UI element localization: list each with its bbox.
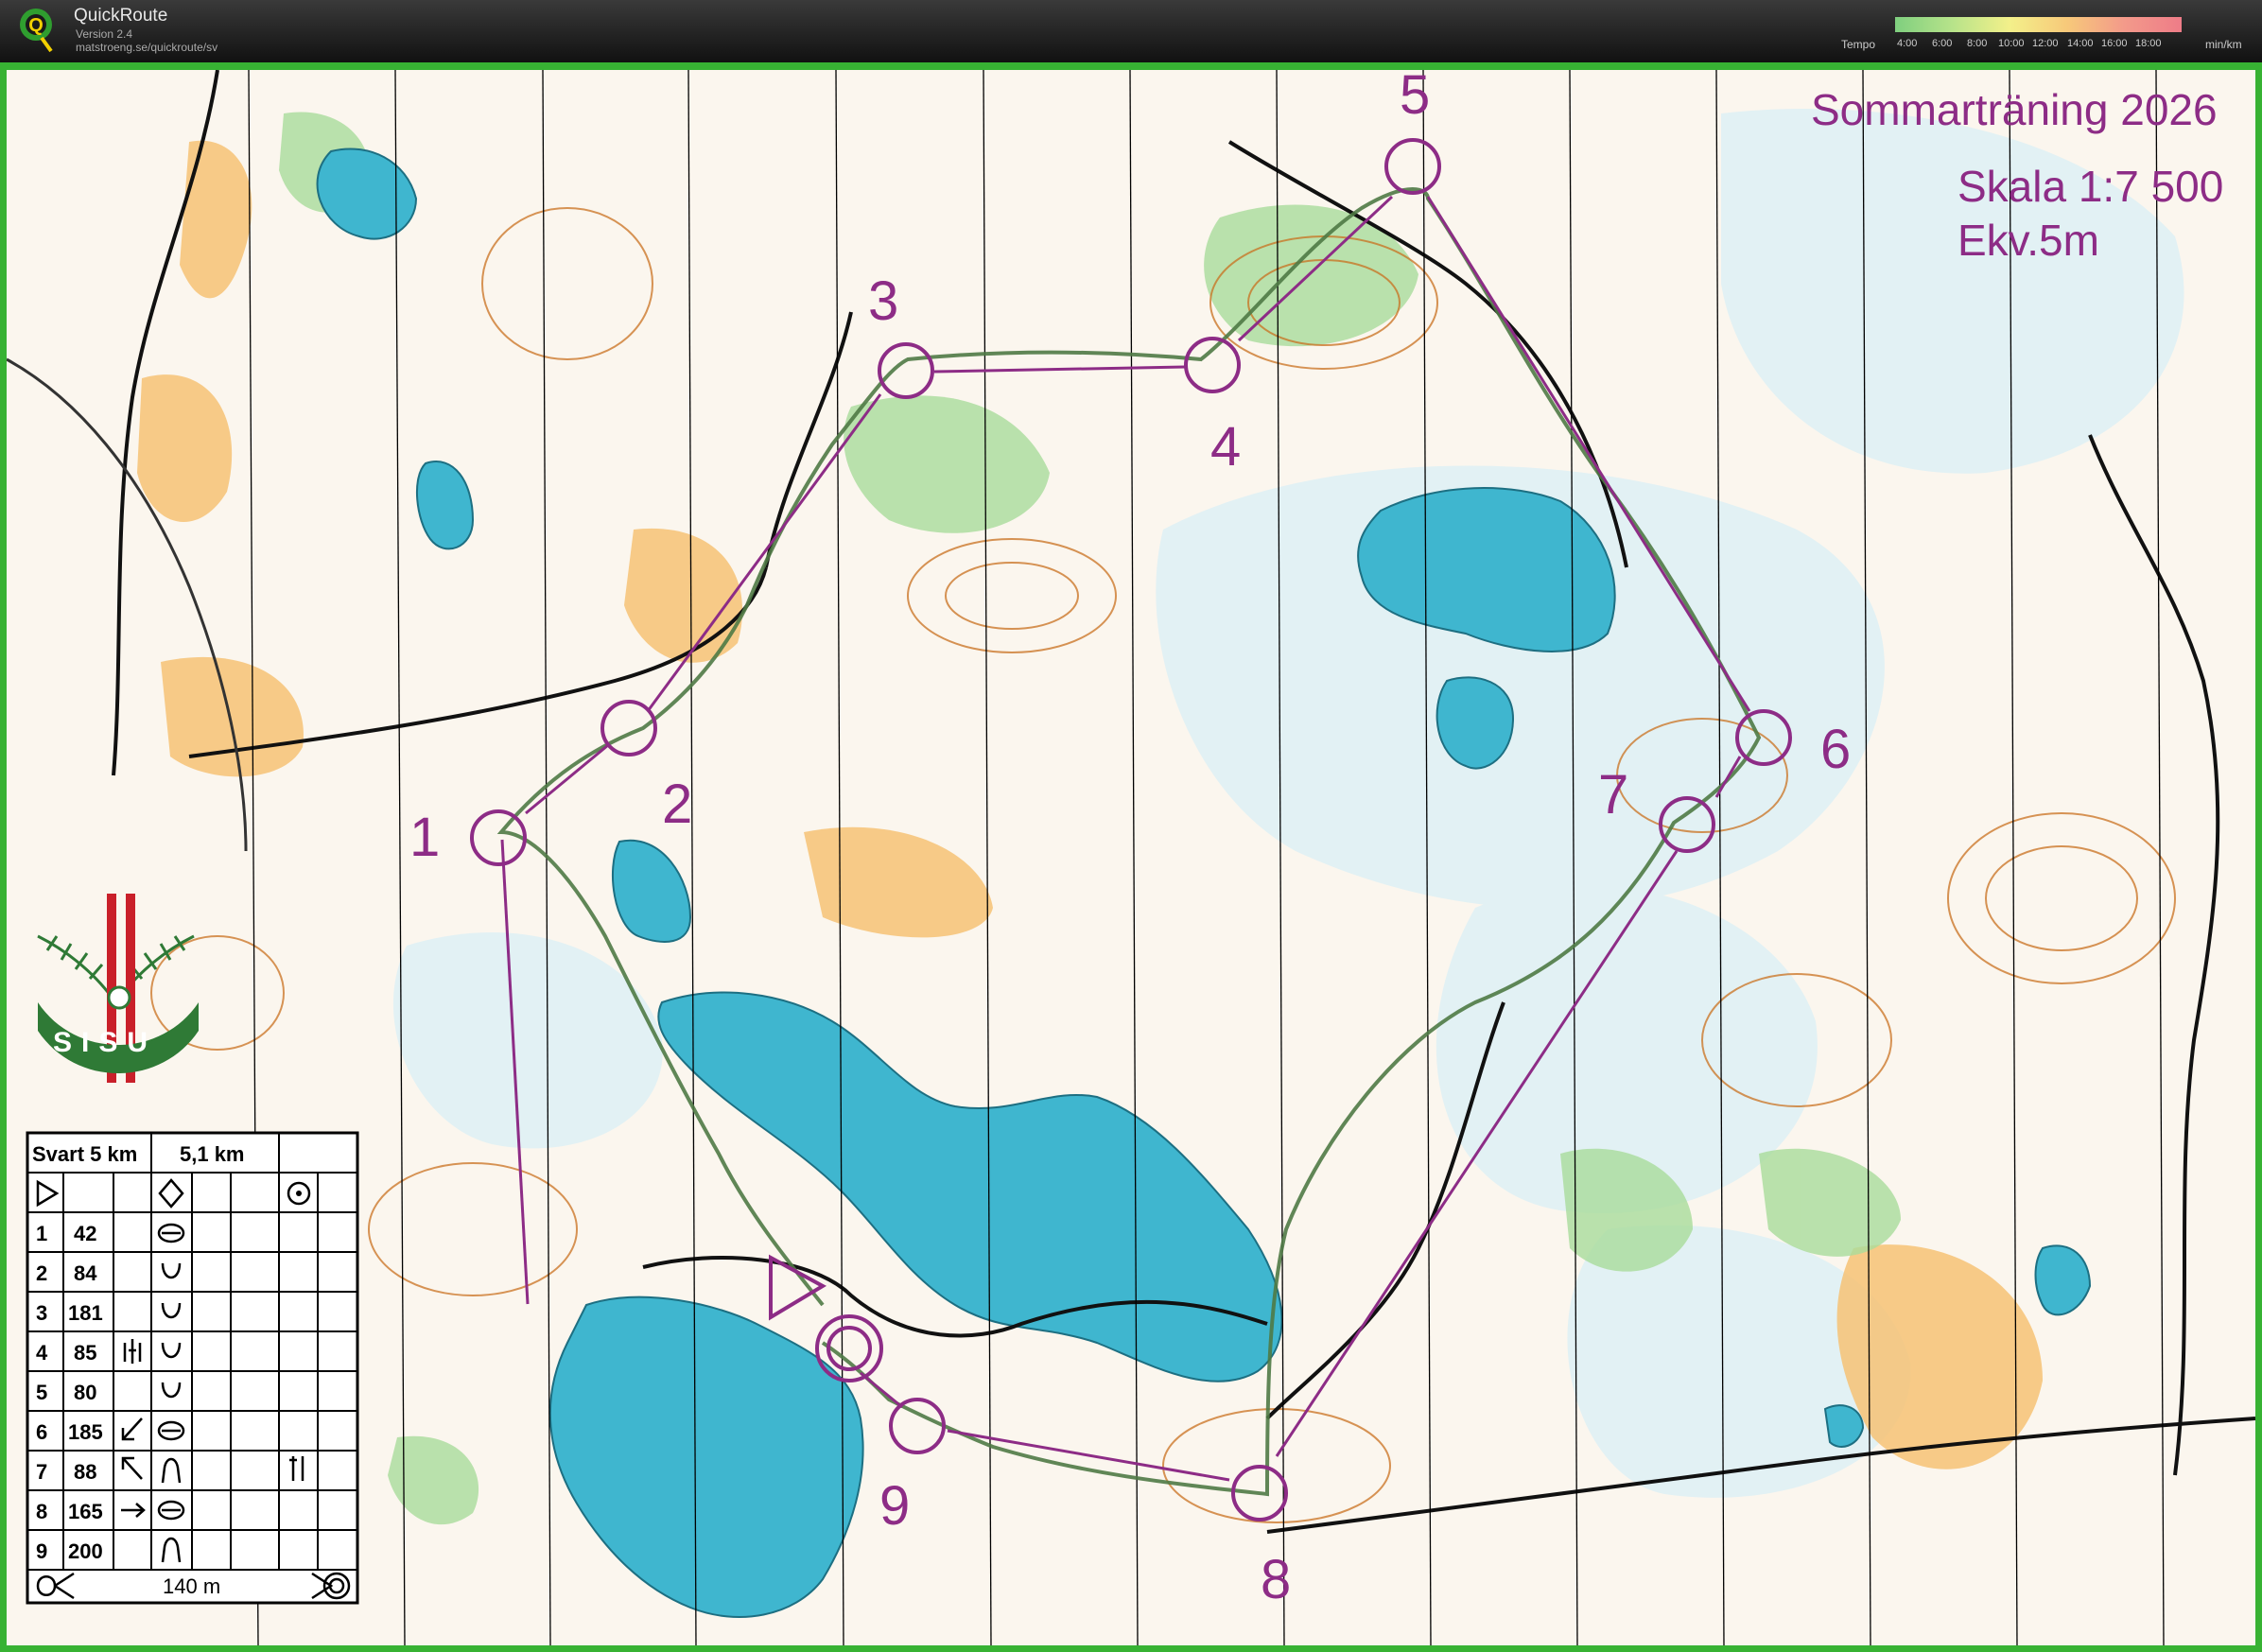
description-row-code: 165 bbox=[68, 1500, 103, 1523]
control-number-6: 6 bbox=[1820, 719, 1851, 780]
control-number-4: 4 bbox=[1210, 416, 1241, 478]
description-row-number: 8 bbox=[36, 1500, 47, 1523]
description-row-number: 4 bbox=[36, 1341, 48, 1365]
orienteering-map[interactable]: 1 2 3 4 5 6 7 8 9 Sommarträning 2026 Ska… bbox=[7, 70, 2255, 1645]
course-name: Svart 5 km bbox=[32, 1142, 137, 1166]
description-row-number: 5 bbox=[36, 1381, 47, 1404]
description-row-number: 6 bbox=[36, 1420, 47, 1444]
control-number-8: 8 bbox=[1261, 1549, 1291, 1610]
course-length: 5,1 km bbox=[180, 1142, 245, 1166]
pond-small-3 bbox=[1823, 1404, 1865, 1448]
tempo-tick: 18:00 bbox=[2135, 38, 2162, 49]
tempo-tick: 4:00 bbox=[1897, 38, 1918, 49]
control-number-3: 3 bbox=[868, 270, 898, 332]
description-row-number: 7 bbox=[36, 1460, 47, 1484]
control-number-9: 9 bbox=[879, 1475, 910, 1537]
description-row-code: 185 bbox=[68, 1420, 103, 1444]
tempo-tick: 16:00 bbox=[2101, 38, 2128, 49]
control-number-2: 2 bbox=[662, 774, 692, 835]
tempo-tick: 6:00 bbox=[1932, 38, 1953, 49]
description-row-number: 3 bbox=[36, 1301, 47, 1325]
description-row-code: 88 bbox=[74, 1460, 96, 1484]
description-row-number: 2 bbox=[36, 1261, 47, 1285]
tempo-color-scale bbox=[1895, 17, 2182, 32]
map-contour-interval: Ekv.5m bbox=[1958, 216, 2099, 265]
quickroute-logo-icon: Q bbox=[20, 9, 53, 53]
control-number-7: 7 bbox=[1598, 764, 1628, 826]
description-row-number: 9 bbox=[36, 1539, 47, 1563]
app-name: QuickRoute bbox=[74, 6, 168, 26]
app-version: Version 2.4 bbox=[76, 27, 133, 41]
description-row-code: 181 bbox=[68, 1301, 103, 1325]
control-number-1: 1 bbox=[409, 807, 440, 868]
app-url[interactable]: matstroeng.se/quickroute/sv bbox=[76, 41, 218, 54]
control-number-5: 5 bbox=[1400, 70, 1430, 126]
description-row-code: 200 bbox=[68, 1539, 103, 1563]
tempo-tick: 12:00 bbox=[2032, 38, 2059, 49]
finish-distance: 140 m bbox=[163, 1574, 220, 1598]
svg-text:Q: Q bbox=[28, 15, 44, 36]
tempo-label: Tempo bbox=[1841, 38, 1876, 51]
description-row-code: 42 bbox=[74, 1222, 96, 1245]
tempo-tick: 8:00 bbox=[1967, 38, 1988, 49]
tempo-tick: 14:00 bbox=[2067, 38, 2094, 49]
description-row-code: 84 bbox=[74, 1261, 97, 1285]
tempo-tick: 10:00 bbox=[1998, 38, 2025, 49]
description-row-code: 80 bbox=[74, 1381, 96, 1404]
description-row-number: 1 bbox=[36, 1222, 47, 1245]
tempo-unit: min/km bbox=[2205, 38, 2242, 51]
description-row-code: 85 bbox=[74, 1341, 96, 1365]
control-description-sheet: Svart 5 km 5,1 km 1 42 2 84 3 181 4 85 5… bbox=[26, 1131, 359, 1605]
club-logo-text: SISU bbox=[53, 1027, 157, 1058]
map-title: Sommarträning 2026 bbox=[1811, 85, 2218, 134]
map-scale: Skala 1:7 500 bbox=[1958, 162, 2223, 211]
title-bar: Q QuickRoute Version 2.4 matstroeng.se/q… bbox=[0, 0, 2262, 62]
